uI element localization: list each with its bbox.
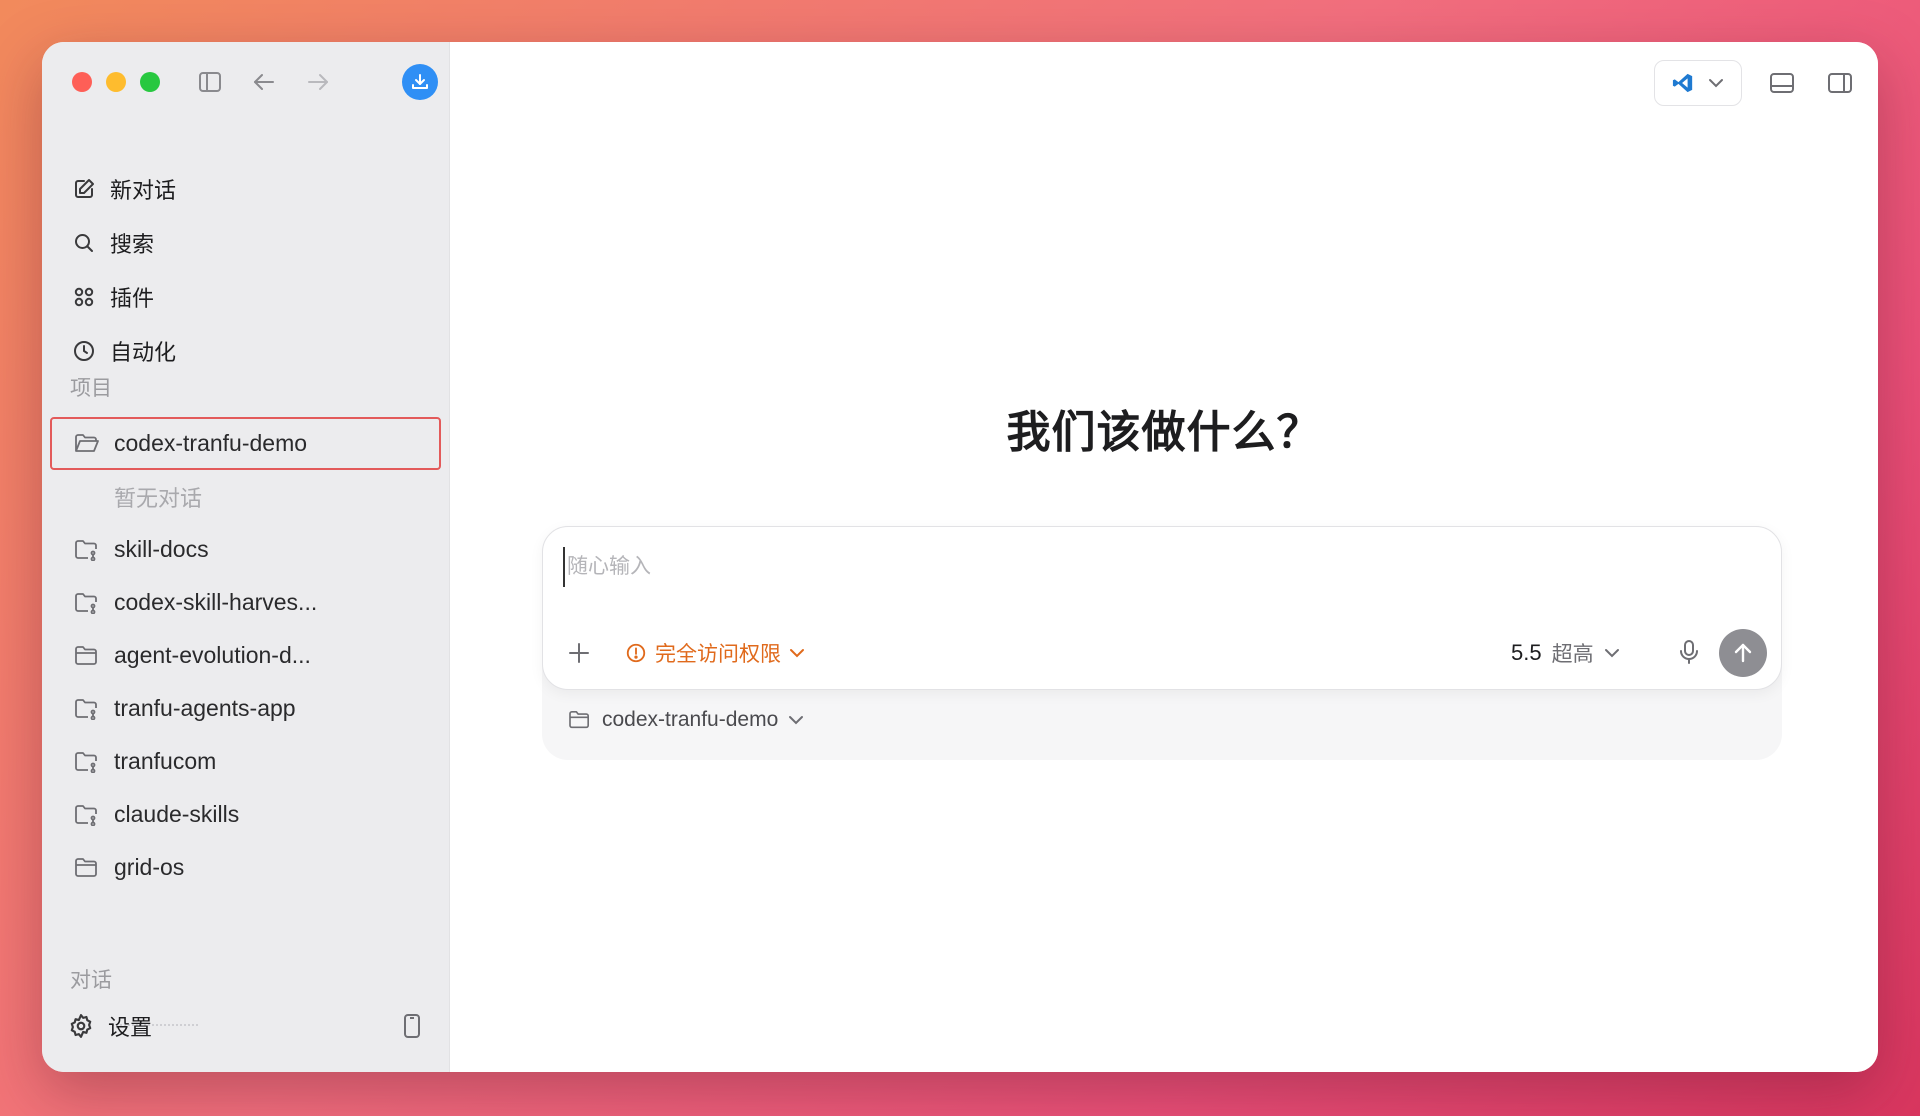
bottom-panel-toggle-icon[interactable] [1764, 65, 1800, 101]
project-item-tranfu-agents-app[interactable]: tranfu-agents-app [50, 682, 441, 735]
permission-label: 完全访问权限 [655, 643, 781, 666]
project-item-codex-skill-harves[interactable]: codex-skill-harves... [50, 576, 441, 629]
composer-box: 完全访问权限 5.5 超高 [542, 526, 1782, 690]
settings-label: 设置 [108, 1015, 153, 1040]
folder-open-icon [75, 433, 99, 452]
project-item-skill-docs[interactable]: skill-docs [50, 523, 441, 576]
folder-branch-icon [75, 751, 97, 773]
sidebar-toggle-icon[interactable] [194, 66, 226, 98]
model-version: 5.5 [1511, 640, 1542, 665]
project-label: codex-tranfu-demo [114, 430, 308, 456]
plugins-label: 插件 [110, 286, 155, 311]
app-window: 新对话 搜索 插件 自动化 项目 codex-tranfu-demo 暂无对话 [42, 42, 1878, 1072]
clock-icon [74, 341, 94, 361]
forward-arrow-icon[interactable] [302, 66, 334, 98]
back-arrow-icon[interactable] [248, 66, 280, 98]
send-button[interactable] [1719, 629, 1767, 677]
mobile-device-icon[interactable] [403, 1013, 421, 1039]
gear-icon [70, 1014, 92, 1038]
microphone-button[interactable] [1679, 639, 1699, 670]
folder-icon [75, 857, 97, 877]
page-title: 我们该做什么？ [1006, 408, 1322, 457]
project-label: claude-skills [114, 801, 240, 827]
folder-icon [75, 645, 97, 665]
projects-section-label: 项目 [70, 377, 112, 400]
microphone-icon [1680, 640, 1698, 664]
project-label: codex-skill-harves... [114, 589, 318, 615]
project-label: agent-evolution-d... [114, 642, 311, 668]
project-label: tranfu-agents-app [114, 695, 296, 721]
project-list: codex-tranfu-demo 暂无对话 skill-docs codex-… [50, 417, 441, 894]
composer-container: 完全访问权限 5.5 超高 codex-tranfu-demo [542, 526, 1782, 760]
top-toolbar [1654, 60, 1858, 106]
window-controls [72, 72, 160, 92]
folder-branch-icon [75, 698, 97, 720]
no-conversations-text: 暂无对话 [114, 485, 203, 511]
new-chat-label: 新对话 [110, 178, 177, 203]
download-icon [412, 74, 428, 89]
arrow-up-icon [1734, 643, 1752, 663]
download-update-button[interactable] [402, 64, 438, 100]
project-label: grid-os [114, 854, 185, 880]
sidebar-nav: 新对话 搜索 插件 自动化 [66, 162, 429, 378]
right-panel-toggle-icon[interactable] [1822, 65, 1858, 101]
open-in-editor-button[interactable] [1654, 60, 1742, 106]
folder-branch-icon [75, 592, 97, 614]
sidebar: 新对话 搜索 插件 自动化 项目 codex-tranfu-demo 暂无对话 [42, 42, 450, 1072]
chevron-down-icon [789, 716, 804, 725]
automation-button[interactable]: 自动化 [66, 324, 429, 378]
vscode-icon [1672, 73, 1693, 93]
project-item-grid-os[interactable]: grid-os [50, 841, 441, 894]
conversations-section-label: 对话 [70, 969, 112, 992]
project-label: skill-docs [114, 536, 209, 562]
plus-icon [569, 643, 589, 663]
plugins-icon [74, 287, 94, 307]
chevron-down-icon [1709, 79, 1723, 88]
workspace-folder-label: codex-tranfu-demo [602, 708, 779, 731]
settings-button[interactable]: 设置 [68, 1004, 429, 1048]
main-panel: 我们该做什么？ 完全访问权限 5.5 超高 [450, 42, 1878, 1072]
project-item-tranfucom[interactable]: tranfucom [50, 735, 441, 788]
prompt-input[interactable] [563, 547, 1663, 587]
folder-branch-icon [75, 539, 97, 561]
permission-dropdown[interactable]: 完全访问权限 [625, 635, 805, 671]
new-chat-button[interactable]: 新对话 [66, 162, 429, 216]
maximize-window-button[interactable] [140, 72, 160, 92]
close-window-button[interactable] [72, 72, 92, 92]
warning-icon [626, 643, 646, 663]
folder-branch-icon [75, 804, 97, 826]
model-level: 超高 [1551, 643, 1594, 666]
minimize-window-button[interactable] [106, 72, 126, 92]
add-attachment-button[interactable] [567, 641, 591, 670]
project-label: tranfucom [114, 748, 217, 774]
edit-icon [75, 179, 94, 198]
search-icon [75, 234, 93, 252]
chevron-down-icon [790, 649, 804, 658]
folder-icon [569, 711, 589, 729]
model-selector[interactable]: 5.5 超高 [1511, 635, 1620, 671]
workspace-folder-selector[interactable]: codex-tranfu-demo [568, 708, 804, 732]
chevron-down-icon [1604, 649, 1619, 658]
automation-label: 自动化 [110, 340, 177, 365]
project-item-codex-tranfu-demo[interactable]: codex-tranfu-demo [50, 417, 441, 470]
project-item-agent-evolution[interactable]: agent-evolution-d... [50, 629, 441, 682]
project-item-claude-skills[interactable]: claude-skills [50, 788, 441, 841]
plugins-button[interactable]: 插件 [66, 270, 429, 324]
search-label: 搜索 [110, 232, 155, 257]
search-button[interactable]: 搜索 [66, 216, 429, 270]
